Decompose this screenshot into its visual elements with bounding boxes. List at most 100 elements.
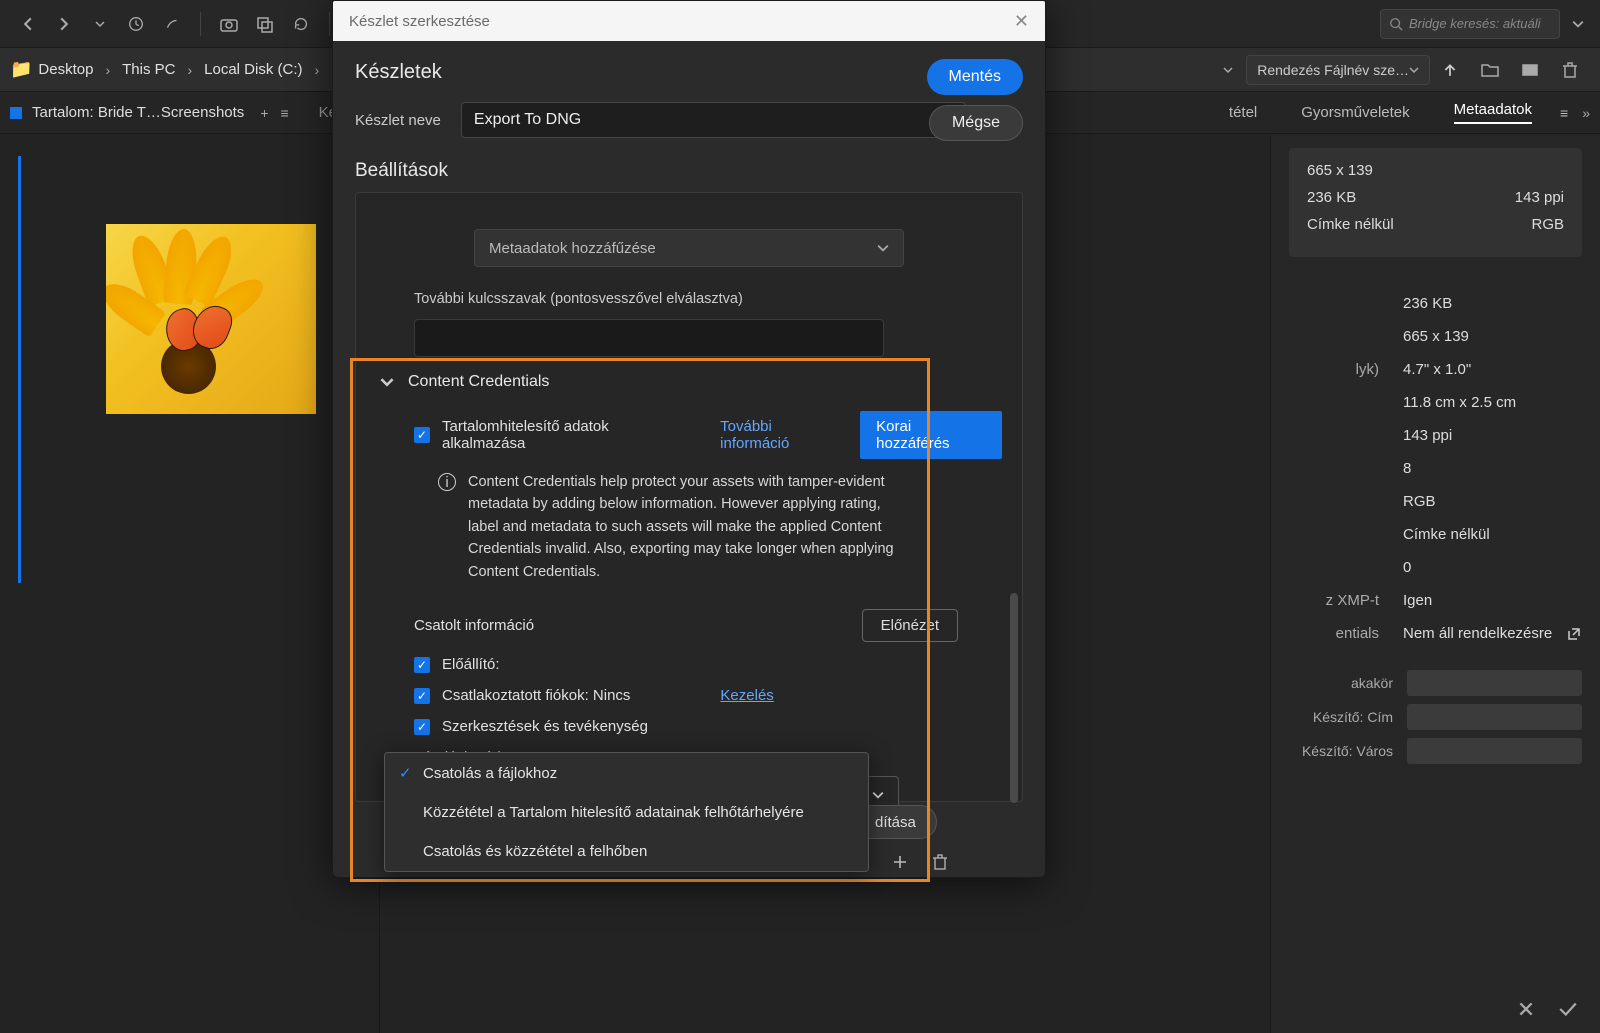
apply-icon[interactable] xyxy=(1554,995,1582,1023)
meta-value: Igen xyxy=(1403,592,1582,609)
trash-icon[interactable] xyxy=(1556,56,1584,84)
breadcrumb-item[interactable]: This PC xyxy=(122,61,175,78)
meta-value: 11.8 cm x 2.5 cm xyxy=(1403,394,1582,411)
open-icon[interactable] xyxy=(1516,56,1544,84)
folder-icon: 📁 xyxy=(10,59,32,80)
chevron-down-icon xyxy=(877,242,889,254)
dropdown-icon[interactable] xyxy=(86,10,114,38)
apply-cc-checkbox[interactable]: ✓ xyxy=(414,427,430,443)
save-button[interactable]: Mentés xyxy=(927,59,1023,95)
close-icon[interactable]: ✕ xyxy=(1014,11,1029,32)
camera-icon[interactable] xyxy=(215,10,243,38)
accounts-label: Csatlakoztatott fiókok: Nincs xyxy=(442,687,630,704)
check-icon: ✓ xyxy=(399,764,413,782)
filter-chevron-icon[interactable] xyxy=(1214,56,1242,84)
meta-key: lyk) xyxy=(1289,361,1379,378)
preset-name-input[interactable] xyxy=(461,102,966,138)
keywords-input[interactable] xyxy=(414,319,884,357)
new-folder-icon[interactable] xyxy=(1476,56,1504,84)
meta-key: z XMP-t xyxy=(1289,592,1379,609)
back-icon[interactable] xyxy=(14,10,42,38)
manage-link[interactable]: Kezelés xyxy=(720,687,773,704)
preview-button[interactable]: Előnézet xyxy=(862,609,958,642)
meta-ppi: 143 ppi xyxy=(1515,189,1564,206)
edits-label: Szerkesztések és tevékenység xyxy=(442,718,648,735)
settings-heading: Beállítások xyxy=(355,160,1023,182)
meta-label: Címke nélkül xyxy=(1307,216,1531,233)
arrow-up-icon[interactable] xyxy=(1436,56,1464,84)
scrollbar-thumb[interactable] xyxy=(1010,593,1018,803)
early-access-badge: Korai hozzáférés xyxy=(860,411,1002,459)
breadcrumb-item[interactable]: Local Disk (C:) xyxy=(204,61,302,78)
tab-menu-icon[interactable]: ≡ xyxy=(281,105,289,121)
sort-dropdown[interactable]: Rendezés Fájlnév sze… xyxy=(1246,55,1430,85)
content-tab-title[interactable]: Tartalom: Bride T…Screenshots xyxy=(32,104,244,121)
metadata-list: 236 KB 665 x 139 lyk)4.7" x 1.0" 11.8 cm… xyxy=(1289,287,1582,650)
thumbnail[interactable] xyxy=(106,224,316,414)
producer-label: Előállító: xyxy=(442,656,500,673)
cancel-button[interactable]: Mégse xyxy=(929,105,1023,141)
content-panel xyxy=(0,134,380,1033)
info-icon: i xyxy=(438,473,456,491)
external-link-icon[interactable] xyxy=(1566,626,1582,642)
preset-name-label: Készlet neve xyxy=(355,112,441,129)
storage-option[interactable]: Csatolás és közzététel a felhőben xyxy=(385,832,868,871)
forward-icon[interactable] xyxy=(50,10,78,38)
metadata-append-dropdown[interactable]: Metaadatok hozzáfűzése xyxy=(474,229,904,267)
cc-title: Content Credentials xyxy=(408,373,549,391)
meta-input-field[interactable] xyxy=(1407,704,1582,730)
overflow-icon[interactable]: » xyxy=(1582,105,1590,121)
add-tab-icon[interactable]: + xyxy=(260,105,268,121)
storage-method-dropdown-list: ✓ Csatolás a fájlokhoz Közzététel a Tart… xyxy=(384,752,869,872)
dropdown-label: Metaadatok hozzáfűzése xyxy=(489,240,656,257)
boomerang-icon[interactable] xyxy=(158,10,186,38)
storage-option[interactable]: ✓ Csatolás a fájlokhoz xyxy=(385,753,868,793)
dialog-title-bar: Készlet szerkesztése ✕ xyxy=(333,1,1045,41)
meta-colormode: RGB xyxy=(1531,216,1564,233)
more-info-link[interactable]: További információ xyxy=(720,418,842,452)
search-icon xyxy=(1389,17,1403,31)
add-icon[interactable] xyxy=(888,850,912,874)
meta-key: entials xyxy=(1289,625,1379,642)
meta-value: 236 KB xyxy=(1403,295,1582,312)
batch-icon[interactable] xyxy=(251,10,279,38)
cc-header[interactable]: Content Credentials xyxy=(380,373,1002,391)
chevron-down-icon xyxy=(872,789,884,801)
breadcrumb-item[interactable]: Desktop xyxy=(38,61,93,78)
input-label: Készítő: Város xyxy=(1289,743,1393,759)
tab-quickactions[interactable]: Gyorsműveletek xyxy=(1301,104,1409,121)
meta-value: 0 xyxy=(1403,559,1582,576)
meta-value: Címke nélkül xyxy=(1403,526,1582,543)
dialog-title: Készlet szerkesztése xyxy=(349,13,490,30)
chevron-down-icon xyxy=(1409,65,1419,75)
meta-dimensions: 665 x 139 xyxy=(1307,162,1564,179)
cc-info-text: Content Credentials help protect your as… xyxy=(468,471,898,583)
history-icon[interactable] xyxy=(122,10,150,38)
meta-value: 143 ppi xyxy=(1403,427,1582,444)
producer-checkbox[interactable]: ✓ xyxy=(414,657,430,673)
cancel-icon[interactable] xyxy=(1512,995,1540,1023)
search-options-icon[interactable] xyxy=(1566,9,1590,39)
presets-heading: Készletek xyxy=(355,61,1023,84)
accounts-checkbox[interactable]: ✓ xyxy=(414,688,430,704)
meta-input-field[interactable] xyxy=(1407,738,1582,764)
storage-option[interactable]: Közzététel a Tartalom hitelesítő adatain… xyxy=(385,793,868,832)
tab-tetel[interactable]: tétel xyxy=(1229,104,1257,121)
tab-right-menu-icon[interactable]: ≡ xyxy=(1560,105,1568,121)
sort-label: Rendezés Fájlnév sze… xyxy=(1257,62,1409,78)
refresh-icon[interactable] xyxy=(287,10,315,38)
chevron-down-icon xyxy=(380,375,394,389)
meta-value: 8 xyxy=(1403,460,1582,477)
input-label: Készítő: Cím xyxy=(1289,709,1393,725)
metadata-inputs: akakör Készítő: Cím Készítő: Város xyxy=(1289,670,1582,764)
metadata-panel: 665 x 139 236 KB143 ppi Címke nélkülRGB … xyxy=(1270,134,1600,1033)
search-input[interactable]: Bridge keresés: aktuáli xyxy=(1380,9,1560,39)
option-label: Közzététel a Tartalom hitelesítő adatain… xyxy=(423,804,804,821)
edits-checkbox[interactable]: ✓ xyxy=(414,719,430,735)
meta-input-field[interactable] xyxy=(1407,670,1582,696)
tab-metadata[interactable]: Metaadatok xyxy=(1454,101,1532,124)
edit-preset-dialog: Készlet szerkesztése ✕ Mentés Mégse Kész… xyxy=(332,0,1046,878)
metadata-actions xyxy=(1498,995,1582,1023)
delete-icon[interactable] xyxy=(928,850,952,874)
active-indicator-icon xyxy=(10,107,22,119)
